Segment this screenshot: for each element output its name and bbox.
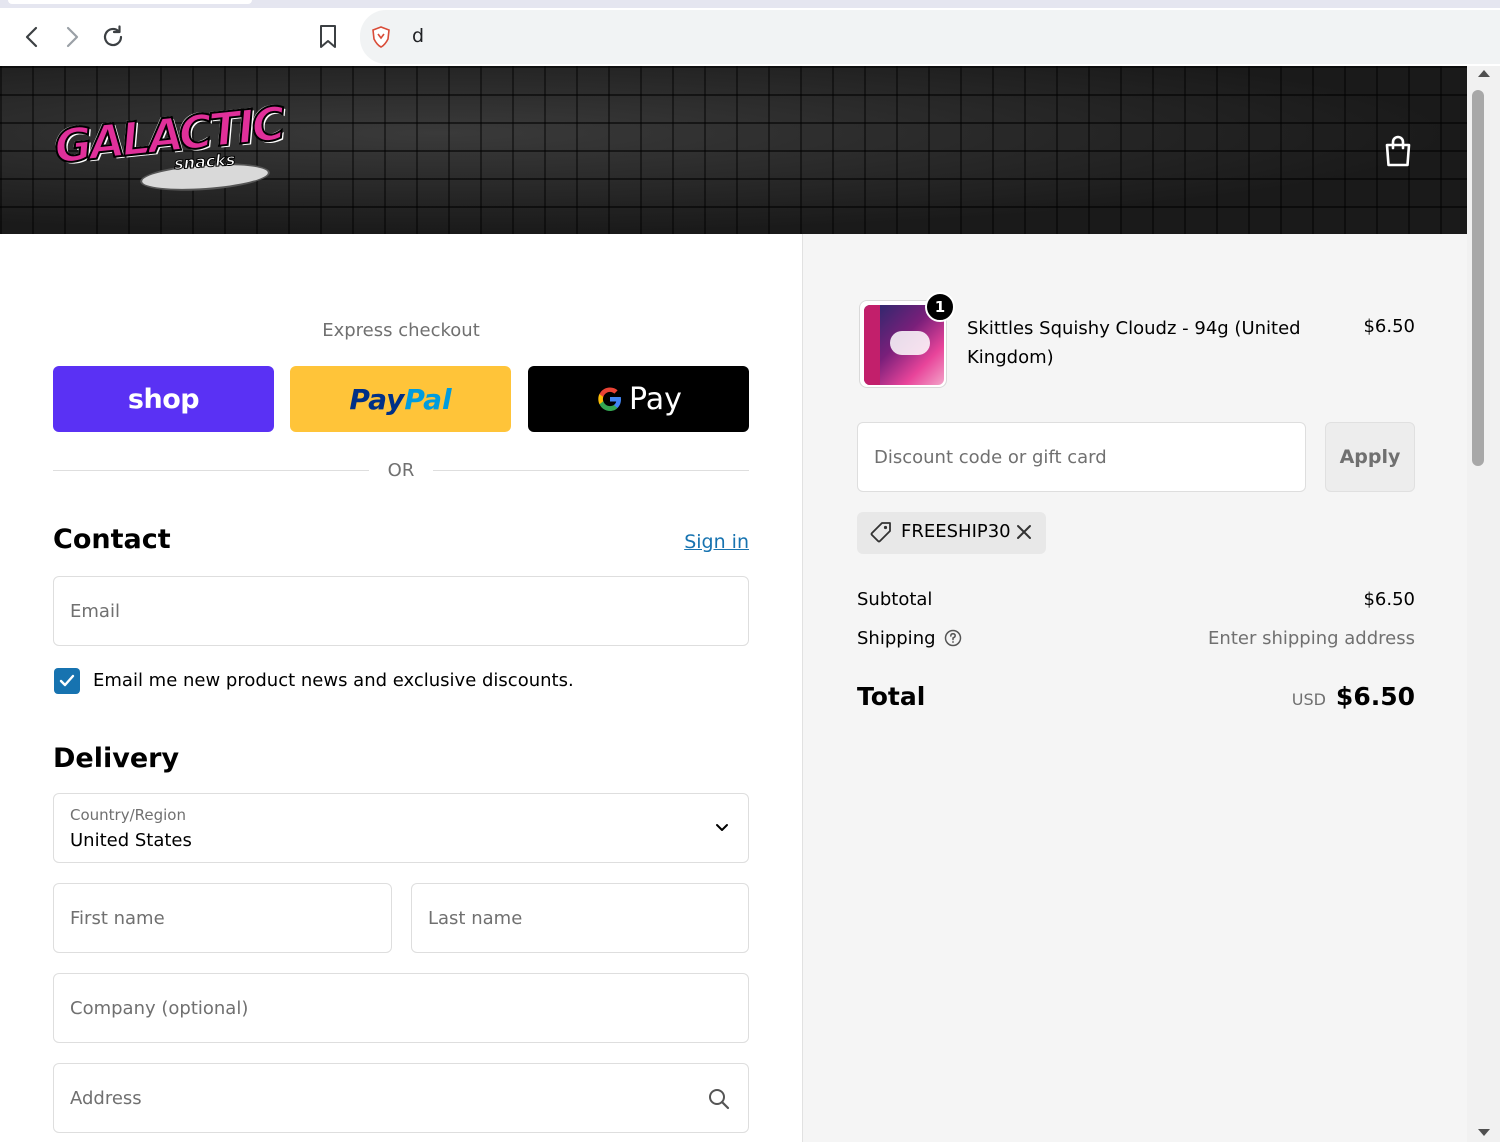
paypal-button[interactable]: Pay Pal [290, 366, 511, 432]
bookmark-icon[interactable] [313, 22, 343, 52]
total-label: Total [857, 682, 926, 711]
product-name: Skittles Squishy Cloudz - 94g (United Ki… [967, 318, 1301, 368]
reload-icon[interactable] [98, 22, 128, 52]
tag-icon [869, 521, 893, 549]
sign-in-link[interactable]: Sign in [684, 531, 749, 553]
newsletter-label[interactable]: Email me new product news and exclusive … [93, 670, 574, 691]
google-g-icon [598, 387, 622, 411]
country-label: Country/Region [70, 806, 186, 824]
product-price: $6.50 [1363, 316, 1415, 337]
first-name-field[interactable]: First name [53, 883, 392, 953]
express-checkout-label: Express checkout [322, 320, 480, 341]
discount-placeholder: Discount code or gift card [874, 447, 1107, 468]
or-divider: OR [53, 460, 749, 482]
last-name-field[interactable]: Last name [411, 883, 749, 953]
last-name-placeholder: Last name [428, 908, 523, 929]
product-image-band [864, 305, 880, 385]
product-image-cloud [890, 331, 930, 355]
applied-discount-chip: FREESHIP30 [857, 512, 1046, 554]
email-field[interactable]: Email [53, 576, 749, 646]
company-placeholder: Company (optional) [70, 998, 249, 1019]
checkmark-icon [59, 674, 75, 687]
scrollbar-thumb[interactable] [1472, 90, 1484, 466]
scroll-down-arrow-icon[interactable] [1478, 1129, 1490, 1136]
chevron-down-icon [714, 818, 730, 842]
browser-active-tab[interactable] [8, 0, 252, 4]
quantity-badge: 1 [925, 292, 955, 322]
or-label: OR [387, 460, 415, 481]
currency-code: USD [1291, 690, 1326, 709]
subtotal-label: Subtotal [857, 589, 933, 610]
logo-main-text: GALACTIC [51, 95, 286, 175]
back-icon[interactable] [17, 22, 47, 52]
contact-heading: Contact [53, 524, 171, 555]
paypal-label-part1: Pay [349, 382, 405, 416]
paypal-label-part2: Pal [404, 382, 452, 416]
subtotal-value: $6.50 [1363, 589, 1415, 610]
company-field[interactable]: Company (optional) [53, 973, 749, 1043]
shipping-row: Shipping [857, 628, 962, 652]
total-amount: USD $6.50 [1292, 682, 1415, 711]
google-pay-button[interactable]: Pay [528, 366, 749, 432]
forward-icon[interactable] [57, 22, 87, 52]
google-pay-label: Pay [629, 381, 682, 417]
page-scrollbar[interactable] [1467, 66, 1500, 1142]
newsletter-checkbox[interactable] [54, 668, 80, 694]
checkout-main: Express checkout shop Pay Pal Pay OR Cont… [0, 234, 802, 1142]
browser-toolbar: d [0, 8, 1500, 66]
address-field[interactable]: Address [53, 1063, 749, 1133]
delivery-heading: Delivery [53, 743, 180, 774]
first-name-placeholder: First name [70, 908, 165, 929]
country-value: United States [70, 830, 192, 851]
url-text[interactable]: d [412, 25, 424, 47]
store-logo[interactable]: GALACTIC snacks [51, 95, 286, 196]
shopping-bag-icon[interactable] [1382, 134, 1414, 168]
shipping-label: Shipping [857, 628, 936, 649]
store-header: GALACTIC snacks [0, 66, 1467, 234]
shop-pay-label: shop [127, 383, 200, 415]
search-icon[interactable] [708, 1088, 730, 1114]
discount-input[interactable]: Discount code or gift card [857, 422, 1306, 492]
brave-shield-icon[interactable] [370, 26, 392, 48]
shop-pay-button[interactable]: shop [53, 366, 274, 432]
address-placeholder: Address [70, 1088, 142, 1109]
help-icon[interactable] [944, 629, 962, 652]
email-placeholder: Email [70, 601, 120, 622]
close-icon[interactable] [1015, 523, 1033, 545]
scroll-up-arrow-icon[interactable] [1478, 70, 1490, 77]
shipping-value: Enter shipping address [1208, 628, 1415, 649]
total-value: $6.50 [1335, 682, 1415, 711]
order-summary: 1 Skittles Squishy Cloudz - 94g (United … [802, 234, 1467, 1142]
address-bar[interactable]: d [360, 10, 1500, 64]
country-select[interactable]: Country/Region United States [53, 793, 749, 863]
apply-button[interactable]: Apply [1325, 422, 1415, 492]
applied-code: FREESHIP30 [901, 521, 1011, 542]
